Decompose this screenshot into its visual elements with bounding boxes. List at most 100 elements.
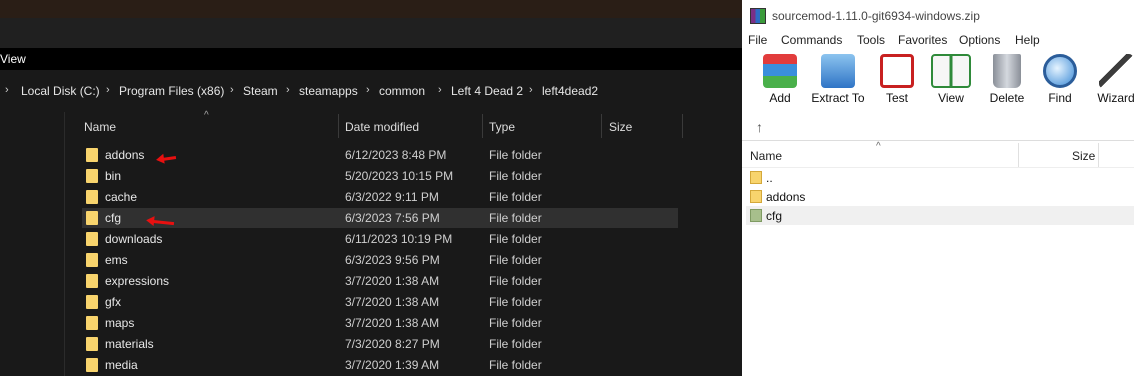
file-type: File folder xyxy=(489,232,542,246)
breadcrumb-common[interactable]: common xyxy=(379,84,425,98)
archive-column-header-row: ^ Name Size xyxy=(742,141,1134,168)
chevron-right-icon: › xyxy=(438,84,442,96)
breadcrumb-steam[interactable]: Steam xyxy=(243,84,278,98)
file-type: File folder xyxy=(489,211,542,225)
file-type: File folder xyxy=(489,190,542,204)
winrar-logo-icon xyxy=(750,8,766,24)
column-divider[interactable] xyxy=(482,114,483,138)
column-header-size[interactable]: Size xyxy=(1072,149,1095,163)
column-header-date-modified[interactable]: Date modified xyxy=(345,120,419,134)
breadcrumb-left4dead2[interactable]: left4dead2 xyxy=(542,84,598,98)
column-divider[interactable] xyxy=(338,114,339,138)
file-explorer-window: View › Local Disk (C:) › Program Files (… xyxy=(0,0,742,376)
archive-row-addons[interactable]: addons xyxy=(746,187,1134,206)
file-type: File folder xyxy=(489,295,542,309)
folder-icon xyxy=(86,358,98,372)
winrar-window: sourcemod-1.11.0-git6934-windows.zip Fil… xyxy=(742,0,1134,376)
archive-item-name: addons xyxy=(766,190,806,204)
column-divider[interactable] xyxy=(682,114,683,138)
file-date: 3/7/2020 1:38 AM xyxy=(345,295,440,309)
file-name: maps xyxy=(105,316,135,330)
wizard-button[interactable]: Wizard xyxy=(1094,54,1134,105)
file-row-bin[interactable]: bin 5/20/2023 10:15 PM File folder xyxy=(82,166,678,186)
delete-button[interactable]: Delete xyxy=(987,54,1027,105)
file-row-media[interactable]: media 3/7/2020 1:39 AM File folder xyxy=(82,355,678,375)
archive-row-cfg[interactable]: cfg xyxy=(746,206,1134,225)
file-type: File folder xyxy=(489,148,542,162)
file-row-gfx[interactable]: gfx 3/7/2020 1:38 AM File folder xyxy=(82,292,678,312)
file-row-cache[interactable]: cache 6/3/2022 9:11 PM File folder xyxy=(82,187,678,207)
file-date: 6/3/2023 7:56 PM xyxy=(345,211,440,225)
desktop-background-strip xyxy=(0,0,742,18)
column-header-type[interactable]: Type xyxy=(489,120,515,134)
test-label: Test xyxy=(885,91,908,105)
breadcrumb-left-4-dead-2[interactable]: Left 4 Dead 2 xyxy=(451,84,523,98)
chevron-right-icon: › xyxy=(286,84,290,96)
file-name: expressions xyxy=(105,274,170,288)
chevron-right-icon: › xyxy=(230,84,234,96)
chevron-right-icon: › xyxy=(106,84,110,96)
file-date: 3/7/2020 1:39 AM xyxy=(345,358,440,372)
folder-icon xyxy=(86,274,98,288)
menu-commands[interactable]: Commands xyxy=(781,33,842,47)
winrar-menu-bar: File Commands Tools Favorites Options He… xyxy=(742,30,1134,50)
file-row-maps[interactable]: maps 3/7/2020 1:38 AM File folder xyxy=(82,313,678,333)
breadcrumb-program-files[interactable]: Program Files (x86) xyxy=(119,84,224,98)
extract-to-icon xyxy=(821,54,855,88)
column-divider[interactable] xyxy=(1098,143,1099,167)
file-name: media xyxy=(105,358,138,372)
extract-to-button[interactable]: Extract To xyxy=(810,54,866,105)
file-row-expressions[interactable]: expressions 3/7/2020 1:38 AM File folder xyxy=(82,271,678,291)
folder-icon xyxy=(86,295,98,309)
archive-path-bar: ↑ xyxy=(742,113,1134,139)
navigation-pane-divider xyxy=(64,112,65,376)
menu-favorites[interactable]: Favorites xyxy=(898,33,947,47)
view-button[interactable]: View xyxy=(930,54,972,105)
winrar-toolbar: Add Extract To Test View Delete Find Wiz… xyxy=(742,50,1134,112)
file-type: File folder xyxy=(489,169,542,183)
file-row-cfg[interactable]: cfg 6/3/2023 7:56 PM File folder xyxy=(82,208,678,228)
column-header-size[interactable]: Size xyxy=(609,120,632,134)
breadcrumb-steamapps[interactable]: steamapps xyxy=(299,84,358,98)
column-header-name[interactable]: Name xyxy=(84,120,116,134)
chevron-right-icon: › xyxy=(529,84,533,96)
add-button[interactable]: Add xyxy=(762,54,798,105)
test-button[interactable]: Test xyxy=(879,54,915,105)
menu-view[interactable]: View xyxy=(0,52,26,66)
menu-options[interactable]: Options xyxy=(959,33,1000,47)
folder-icon xyxy=(750,209,762,222)
delete-label: Delete xyxy=(989,91,1025,105)
file-row-materials[interactable]: materials 7/3/2020 8:27 PM File folder xyxy=(82,334,678,354)
sort-ascending-icon: ^ xyxy=(204,110,209,121)
file-date: 7/3/2020 8:27 PM xyxy=(345,337,440,351)
file-type: File folder xyxy=(489,316,542,330)
file-row-ems[interactable]: ems 6/3/2023 9:56 PM File folder xyxy=(82,250,678,270)
file-type: File folder xyxy=(489,274,542,288)
archive-item-name: cfg xyxy=(766,209,783,223)
add-label: Add xyxy=(769,91,791,105)
file-name: ems xyxy=(105,253,128,267)
breadcrumb[interactable]: › Local Disk (C:) › Program Files (x86) … xyxy=(0,77,742,105)
window-title: sourcemod-1.11.0-git6934-windows.zip xyxy=(772,9,980,23)
file-name: materials xyxy=(105,337,154,351)
file-type: File folder xyxy=(489,358,542,372)
file-row-addons[interactable]: addons 6/12/2023 8:48 PM File folder xyxy=(82,145,678,165)
file-name: downloads xyxy=(105,232,163,246)
column-divider[interactable] xyxy=(601,114,602,138)
chevron-right-icon: › xyxy=(366,84,370,96)
up-folder-icon[interactable]: ↑ xyxy=(756,119,763,135)
menu-file[interactable]: File xyxy=(748,33,767,47)
menu-tools[interactable]: Tools xyxy=(857,33,885,47)
find-icon xyxy=(1043,54,1077,88)
archive-row-parent[interactable]: .. xyxy=(746,168,1134,187)
find-button[interactable]: Find xyxy=(1042,54,1078,105)
column-divider[interactable] xyxy=(1018,143,1019,167)
file-date: 3/7/2020 1:38 AM xyxy=(345,274,440,288)
breadcrumb-local-disk[interactable]: Local Disk (C:) xyxy=(21,84,100,98)
column-header-name[interactable]: Name xyxy=(750,149,782,163)
file-row-downloads[interactable]: downloads 6/11/2023 10:19 PM File folder xyxy=(82,229,678,249)
file-type: File folder xyxy=(489,253,542,267)
archive-item-name: .. xyxy=(766,171,773,185)
menu-help[interactable]: Help xyxy=(1015,33,1040,47)
file-name: cfg xyxy=(105,211,122,225)
